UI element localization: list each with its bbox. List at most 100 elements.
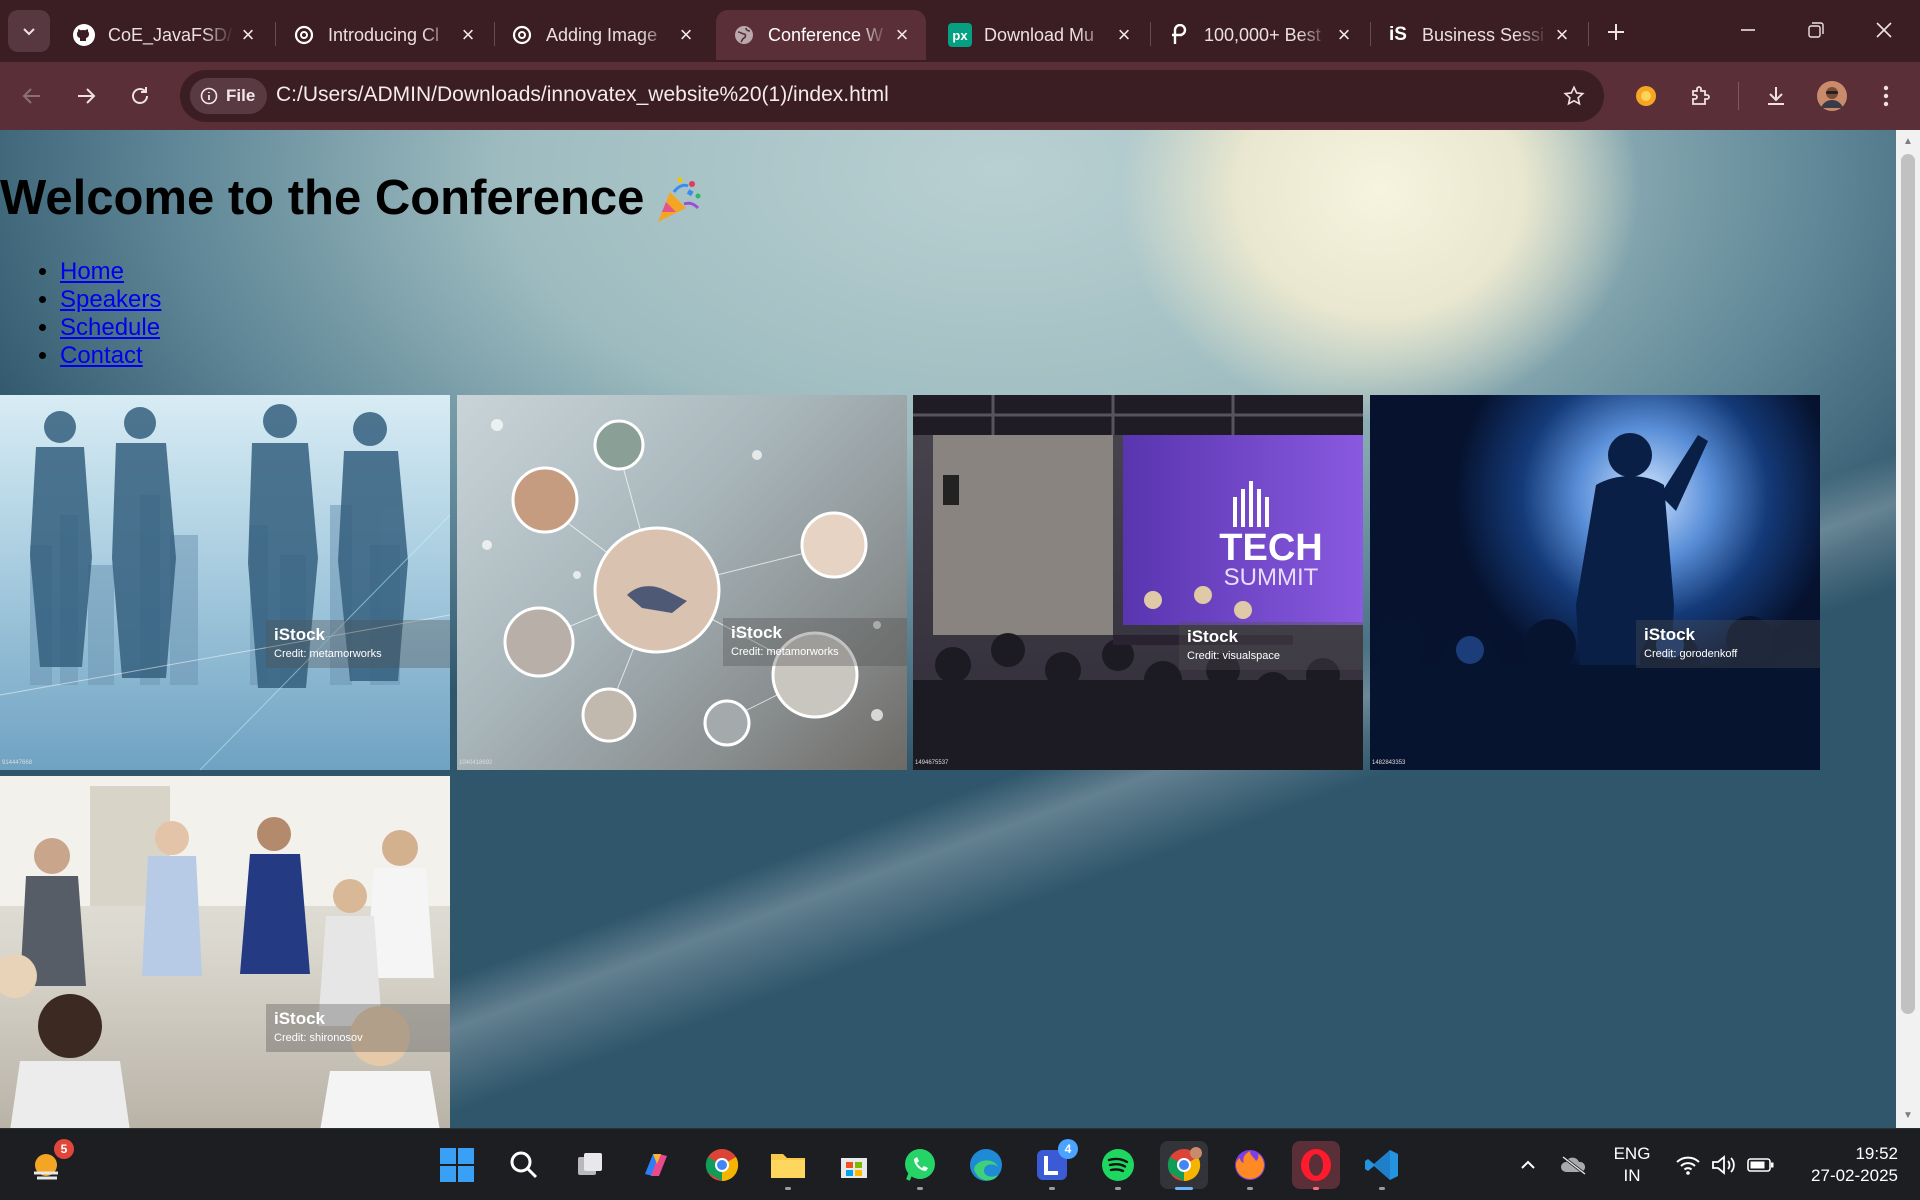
- start-button[interactable]: [433, 1141, 481, 1189]
- new-tab-button[interactable]: [1598, 14, 1634, 50]
- extensions-menu-button[interactable]: [1682, 78, 1718, 114]
- vscode-app[interactable]: [1358, 1141, 1406, 1190]
- battery-icon: [1747, 1158, 1774, 1172]
- forward-button[interactable]: [68, 78, 104, 114]
- battery-status[interactable]: [1746, 1129, 1776, 1200]
- nav-link-schedule[interactable]: Schedule: [60, 314, 160, 341]
- avatar: [1817, 81, 1847, 111]
- wifi-icon: [1676, 1156, 1700, 1175]
- tab-separator: [1588, 22, 1589, 46]
- business-silhouettes-photo: [0, 404, 450, 770]
- running-indicator: [1379, 1187, 1385, 1190]
- task-view-button[interactable]: [566, 1141, 614, 1189]
- teams-app[interactable]: 4: [1028, 1139, 1078, 1190]
- tab-download[interactable]: px Download Mu ×: [932, 10, 1148, 60]
- bookmark-button[interactable]: [1558, 80, 1590, 112]
- nav-link-home[interactable]: Home: [60, 258, 124, 285]
- close-tab-icon[interactable]: ×: [454, 21, 482, 49]
- restore-button[interactable]: [1782, 0, 1850, 60]
- tab-github[interactable]: CoE_JavaFSD/ ×: [56, 10, 272, 60]
- gallery-image: iStock Credit: metamorworks 1040418692: [457, 395, 907, 770]
- opera-icon: [1301, 1149, 1331, 1181]
- scroll-up-icon[interactable]: ▲: [1902, 136, 1914, 148]
- whatsapp-app[interactable]: [896, 1141, 944, 1190]
- downloads-button[interactable]: [1758, 78, 1794, 114]
- close-tab-icon[interactable]: ×: [234, 21, 262, 49]
- close-tab-icon[interactable]: ×: [1330, 21, 1358, 49]
- firefox-icon: [1235, 1150, 1265, 1180]
- clock-date: 27-02-2025: [1811, 1166, 1898, 1185]
- extension-button[interactable]: [1628, 78, 1664, 114]
- browser-toolbar: File C:/Users/ADMIN/Downloads/innovatex_…: [0, 62, 1920, 130]
- edge-app[interactable]: [962, 1141, 1010, 1189]
- tab-introducing[interactable]: Introducing Cl ×: [276, 10, 492, 60]
- language-region: IN: [1623, 1166, 1641, 1185]
- watermark-credit: Credit: metamorworks: [274, 648, 382, 660]
- chrome-profile-app[interactable]: [1160, 1141, 1208, 1190]
- input-language-indicator[interactable]: ENG IN: [1604, 1143, 1660, 1187]
- tab-100000[interactable]: 100,000+ Best ×: [1152, 10, 1368, 60]
- reload-button[interactable]: [122, 78, 158, 114]
- wifi-status[interactable]: [1674, 1129, 1702, 1200]
- volume-status[interactable]: [1710, 1129, 1738, 1200]
- profile-button[interactable]: [1814, 78, 1850, 114]
- close-tab-icon[interactable]: ×: [888, 21, 916, 49]
- search-button[interactable]: [500, 1141, 548, 1189]
- tab-adding-image[interactable]: Adding Image ×: [494, 10, 710, 60]
- spotify-app[interactable]: [1094, 1141, 1142, 1190]
- chevron-up-icon: [1521, 1160, 1535, 1169]
- tab-title: 100,000+ Best: [1204, 24, 1321, 45]
- site-info-chip[interactable]: File: [190, 78, 268, 114]
- address-bar[interactable]: File C:/Users/ADMIN/Downloads/innovatex_…: [180, 70, 1604, 122]
- chrome-app[interactable]: [698, 1141, 746, 1189]
- close-tab-icon[interactable]: ×: [672, 21, 700, 49]
- active-indicator: [1175, 1187, 1193, 1190]
- page-heading: Welcome to the Conference: [0, 171, 645, 225]
- chevron-down-icon: [23, 28, 35, 36]
- chrome-icon: [1167, 1147, 1202, 1182]
- onedrive-status[interactable]: [1556, 1129, 1592, 1200]
- browser-menu-button[interactable]: [1868, 78, 1904, 114]
- scrollbar-thumb[interactable]: [1901, 154, 1915, 1014]
- minimize-button[interactable]: [1714, 0, 1782, 60]
- firefox-app[interactable]: [1226, 1141, 1274, 1190]
- microsoft-store-app[interactable]: [830, 1141, 878, 1189]
- close-icon: [1876, 22, 1892, 38]
- plus-icon: [1608, 24, 1624, 40]
- system-clock[interactable]: 19:52 27-02-2025: [1790, 1143, 1898, 1187]
- watermark-credit: Credit: gorodenkoff: [1644, 648, 1738, 660]
- copilot-app[interactable]: [632, 1141, 680, 1189]
- copilot-icon: [645, 1154, 667, 1176]
- tab-conference[interactable]: Conference W ×: [716, 10, 926, 60]
- gallery-image: iStock Credit: shironosov: [0, 776, 450, 1128]
- watermark-brand: iStock: [274, 1009, 326, 1028]
- url-text[interactable]: C:/Users/ADMIN/Downloads/innovatex_websi…: [276, 83, 889, 107]
- nav-link-contact[interactable]: Contact: [60, 342, 143, 369]
- openai-icon: [510, 23, 534, 47]
- tab-search-button[interactable]: [8, 10, 50, 52]
- pexels-icon: px: [948, 23, 972, 47]
- download-icon: [1768, 87, 1784, 105]
- tab-title: Business Sessi: [1422, 24, 1545, 45]
- store-icon: [841, 1158, 867, 1178]
- close-window-button[interactable]: [1850, 0, 1918, 60]
- weather-widget[interactable]: 5: [24, 1139, 74, 1189]
- show-hidden-icons-button[interactable]: [1512, 1129, 1544, 1200]
- scroll-down-icon[interactable]: ▼: [1902, 1110, 1914, 1122]
- tech-summit-photo: TECH SUMMIT: [913, 395, 1363, 770]
- site-info-label: File: [226, 86, 256, 105]
- openai-icon: [292, 23, 316, 47]
- back-button[interactable]: [14, 78, 50, 114]
- file-explorer-app[interactable]: [764, 1141, 812, 1190]
- opera-app[interactable]: [1292, 1141, 1340, 1190]
- folder-icon: [771, 1154, 805, 1178]
- close-tab-icon[interactable]: ×: [1548, 21, 1576, 49]
- chrome-icon: [705, 1149, 739, 1182]
- page-scrollbar[interactable]: ▲ ▼: [1896, 130, 1920, 1128]
- speaker-spotlight-photo: [1370, 433, 1820, 770]
- watermark-brand: iStock: [731, 623, 783, 642]
- windows-taskbar: 5 4 ENG IN 19:52 27-02-2025: [0, 1128, 1920, 1200]
- close-tab-icon[interactable]: ×: [1110, 21, 1138, 49]
- tab-business[interactable]: iS Business Sessi ×: [1370, 10, 1586, 60]
- nav-link-speakers[interactable]: Speakers: [60, 286, 161, 313]
